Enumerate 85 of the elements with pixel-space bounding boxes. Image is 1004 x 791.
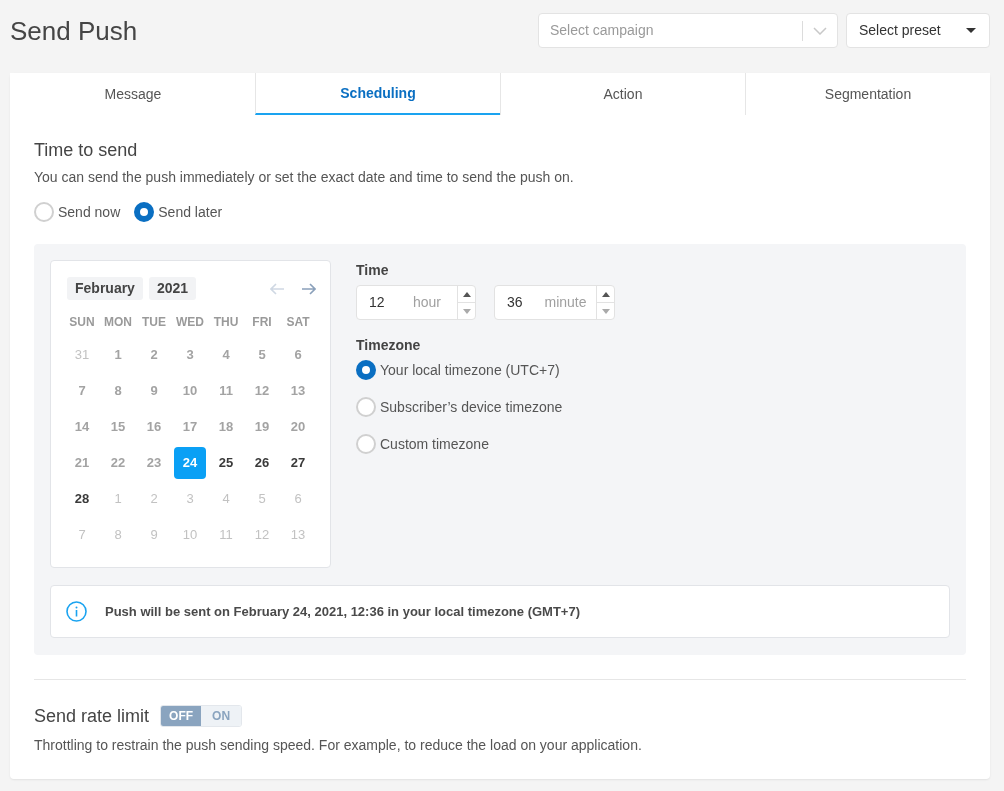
radio-option[interactable]: Send later — [134, 200, 223, 224]
caret-down-icon — [966, 28, 976, 33]
calendar-day[interactable]: 17 — [174, 411, 206, 443]
field-label: Time — [356, 261, 389, 280]
calendar-day[interactable]: 3 — [174, 483, 206, 515]
calendar-day[interactable]: 23 — [138, 447, 170, 479]
tab[interactable]: Scheduling — [255, 73, 500, 115]
toggle-option[interactable]: OFF — [161, 706, 202, 726]
calendar-day[interactable]: 12 — [246, 519, 278, 551]
caret-up-icon — [601, 291, 610, 297]
tab[interactable]: Segmentation — [745, 73, 990, 115]
page-title: Send Push — [10, 14, 138, 47]
calendar-day[interactable]: 20 — [282, 411, 314, 443]
radio-option[interactable]: Send now — [34, 200, 121, 224]
minute-field[interactable]: 36 minute — [494, 285, 615, 320]
calendar-day[interactable]: 11 — [210, 519, 242, 551]
weekday-label: MON — [104, 314, 132, 331]
calendar-day[interactable]: 1 — [102, 483, 134, 515]
calendar-day[interactable]: 10 — [174, 519, 206, 551]
tab[interactable]: Action — [500, 73, 745, 115]
calendar-day[interactable]: 24 — [174, 447, 206, 479]
calendar-day[interactable]: 18 — [210, 411, 242, 443]
calendar-day[interactable]: 4 — [210, 483, 242, 515]
preset-select[interactable]: Select preset — [846, 13, 990, 48]
section-title: Time to send — [34, 139, 139, 162]
calendar-day[interactable]: 7 — [66, 375, 98, 407]
calendar-day[interactable]: 31 — [66, 339, 98, 371]
section-title: Send rate limit — [34, 705, 150, 728]
month-selector[interactable]: February — [67, 277, 143, 300]
calendar-day[interactable]: 19 — [246, 411, 278, 443]
calendar-day[interactable]: 2 — [138, 483, 170, 515]
calendar-day[interactable]: 5 — [246, 339, 278, 371]
tab[interactable]: Message — [10, 73, 255, 115]
section-description: Throttling to restrain the push sending speed. For example, to reduce the load on your application. — [34, 736, 643, 755]
calendar-day[interactable]: 14 — [66, 411, 98, 443]
radio-option[interactable]: Your local timezone (UTC+7) — [356, 358, 560, 382]
caret-down-icon — [462, 308, 471, 314]
calendar-day[interactable]: 9 — [138, 519, 170, 551]
toggle-option[interactable]: ON — [201, 706, 242, 726]
weekday-label: WED — [176, 314, 204, 331]
calendar-day[interactable]: 6 — [282, 339, 314, 371]
chevron-down-icon — [813, 26, 827, 35]
calendar-day[interactable]: 2 — [138, 339, 170, 371]
calendar-day[interactable]: 21 — [66, 447, 98, 479]
calendar-day[interactable]: 8 — [102, 519, 134, 551]
caret-up-icon — [462, 291, 471, 297]
hour-field[interactable]: 12 hour — [356, 285, 476, 320]
calendar-day[interactable]: 13 — [282, 375, 314, 407]
calendar-day[interactable]: 7 — [66, 519, 98, 551]
calendar-day[interactable]: 15 — [102, 411, 134, 443]
calendar-day[interactable]: 8 — [102, 375, 134, 407]
calendar-day[interactable]: 25 — [210, 447, 242, 479]
calendar-day[interactable]: 16 — [138, 411, 170, 443]
weekday-label: THU — [213, 314, 239, 331]
info-icon — [66, 601, 87, 622]
weekday-label: TUE — [142, 314, 166, 331]
calendar-day[interactable]: 12 — [246, 375, 278, 407]
caret-down-icon — [601, 308, 610, 314]
calendar-day[interactable]: 11 — [210, 375, 242, 407]
calendar-day[interactable]: 4 — [210, 339, 242, 371]
calendar-day[interactable]: 22 — [102, 447, 134, 479]
section-description: You can send the push immediately or set the exact date and time to send the push on. — [34, 168, 575, 187]
calendar-day[interactable]: 5 — [246, 483, 278, 515]
calendar-day[interactable]: 1 — [102, 339, 134, 371]
calendar-day[interactable]: 10 — [174, 375, 206, 407]
radio-option[interactable]: Subscriber’s device timezone — [356, 395, 563, 419]
radio-option[interactable]: Custom timezone — [356, 432, 489, 456]
toggle-switch[interactable]: OFF ON — [160, 705, 243, 727]
weekday-label: SAT — [286, 314, 310, 331]
campaign-select[interactable]: Select campaign — [538, 13, 838, 48]
calendar-day[interactable]: 27 — [282, 447, 314, 479]
arrow-right-icon[interactable] — [301, 282, 316, 295]
info-text: Push will be sent on February 24, 2021, 12:36 in your local timezone (GMT+7) — [105, 602, 580, 621]
year-selector[interactable]: 2021 — [148, 277, 197, 300]
calendar-day[interactable]: 3 — [174, 339, 206, 371]
calendar-day[interactable]: 9 — [138, 375, 170, 407]
calendar-day[interactable]: 13 — [282, 519, 314, 551]
weekday-label: SUN — [69, 314, 95, 331]
calendar-day[interactable]: 28 — [66, 483, 98, 515]
calendar-day[interactable]: 6 — [282, 483, 314, 515]
weekday-label: FRI — [252, 314, 272, 331]
radio-icon[interactable] — [356, 360, 376, 380]
calendar-day[interactable]: 26 — [246, 447, 278, 479]
field-label: Timezone — [356, 336, 421, 355]
radio-icon[interactable] — [134, 202, 155, 222]
